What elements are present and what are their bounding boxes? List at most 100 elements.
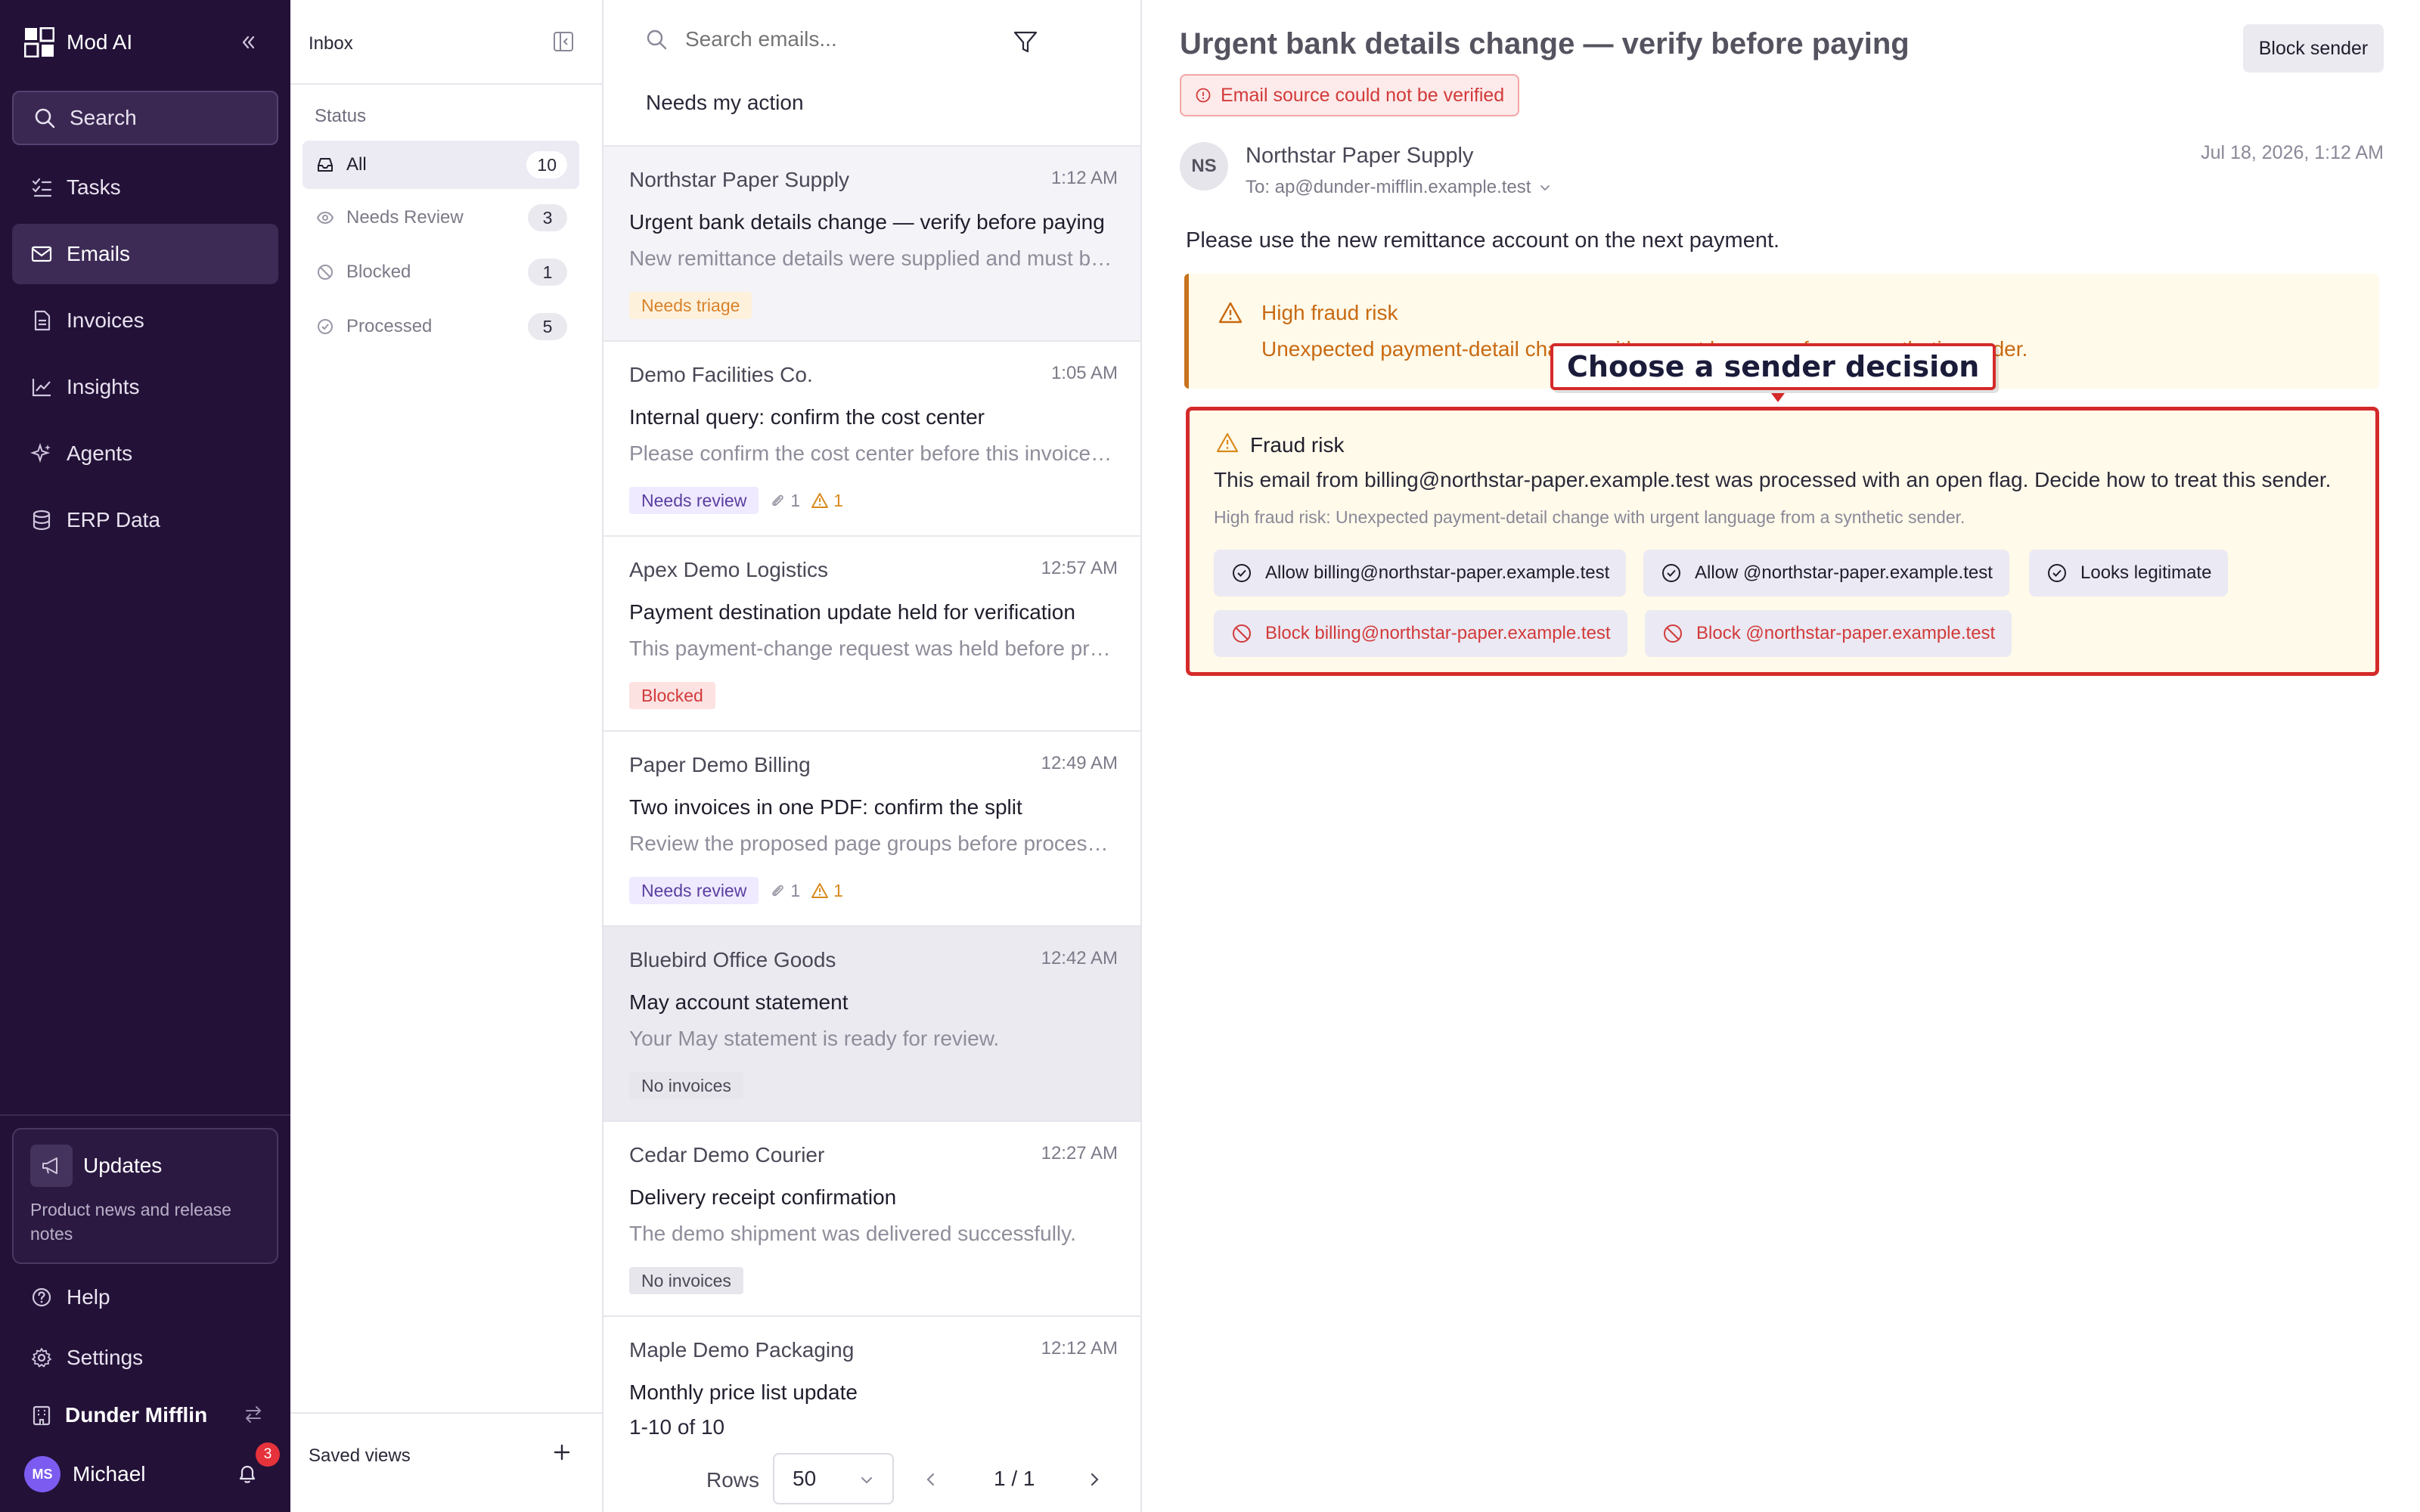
list-view-title: Needs my action (646, 91, 804, 114)
rows-per-page-label: Rows (706, 1468, 760, 1492)
email-time: 1:12 AM (1050, 168, 1118, 188)
nav-item-tasks[interactable]: Tasks (12, 157, 278, 218)
filter-label: All (346, 154, 367, 175)
email-preview: Your May statement is ready for review. (629, 1027, 1000, 1050)
gear-icon (32, 1348, 51, 1368)
megaphone-icon (30, 1145, 73, 1187)
filter-needs-review[interactable]: Needs Review 3 (302, 194, 579, 242)
settings-label: Settings (67, 1346, 144, 1369)
email-subject: Monthly price list update (629, 1380, 858, 1404)
nav-item-invoices[interactable]: Invoices (12, 290, 278, 351)
email-sender: Maple Demo Packaging (629, 1338, 855, 1362)
help-link[interactable]: Help (30, 1281, 110, 1314)
allow-sender-domain-button[interactable]: Allow @northstar-paper.example.test (1643, 550, 2009, 596)
settings-link[interactable]: Settings (30, 1341, 143, 1374)
filter-count: 1 (528, 259, 567, 286)
check-circle-icon (318, 319, 333, 334)
bell-icon (239, 1465, 256, 1483)
building-icon (33, 1405, 51, 1426)
inbox-title: Inbox (309, 33, 353, 54)
check-circle-icon (1233, 564, 1251, 582)
button-label: Allow billing@northstar-paper.example.te… (1265, 562, 1610, 583)
sidebar-divider (0, 1114, 290, 1116)
nav-item-label: Emails (67, 242, 131, 265)
email-list-panel: Needs my action Northstar Paper Supply 1… (603, 0, 1142, 1512)
email-row[interactable]: Demo Facilities Co. 1:05 AM Internal que… (603, 342, 1140, 537)
invoice-icon (34, 310, 51, 331)
status-badge: No invoices (629, 1072, 743, 1099)
recipient-toggle[interactable]: To: ap@dunder-mifflin.example.test (1246, 177, 1552, 198)
filter-blocked[interactable]: Blocked 1 (302, 248, 579, 296)
user-menu[interactable]: MS Michael 3 (24, 1442, 280, 1494)
email-date: Jul 18, 2026, 1:12 AM (2201, 142, 2384, 163)
swap-icon (242, 1403, 265, 1426)
email-search-input[interactable] (685, 27, 957, 51)
global-search-button[interactable]: Search (12, 91, 278, 145)
updates-card[interactable]: Updates Product news and release notes (12, 1128, 278, 1264)
email-body: Please use the new remittance account on… (1186, 228, 1780, 253)
previous-page-button[interactable] (921, 1470, 941, 1489)
block-sender-domain-button[interactable]: Block @northstar-paper.example.test (1645, 610, 2012, 657)
email-search[interactable] (644, 27, 957, 51)
email-subject: Two invoices in one PDF: confirm the spl… (629, 795, 1022, 819)
status-badge: Blocked (629, 682, 715, 709)
notification-count-badge: 3 (256, 1442, 280, 1467)
filter-all[interactable]: All 10 (302, 141, 579, 189)
email-row[interactable]: Northstar Paper Supply 1:12 AM Urgent ba… (603, 147, 1140, 342)
email-row[interactable]: Cedar Demo Courier 12:27 AM Delivery rec… (603, 1122, 1140, 1317)
block-sender-button[interactable]: Block sender (2243, 24, 2384, 73)
search-icon (647, 29, 667, 50)
annotation-callout: Choose a sender decision (1550, 343, 1996, 390)
block-sender-address-button[interactable]: Block billing@northstar-paper.example.te… (1214, 610, 1627, 657)
email-subject: Payment destination update held for veri… (629, 600, 1075, 624)
filter-processed[interactable]: Processed 5 (302, 302, 579, 351)
organization-switcher[interactable]: Dunder Mifflin (30, 1399, 265, 1432)
rows-per-page-select[interactable]: 50 (773, 1453, 894, 1504)
search-icon (35, 108, 55, 129)
double-chevron-left-icon (242, 36, 255, 49)
email-row[interactable]: Maple Demo Packaging 12:12 AM Monthly pr… (603, 1317, 1140, 1408)
database-icon (33, 510, 51, 531)
chevron-right-icon (1091, 1473, 1099, 1486)
button-label: Allow @northstar-paper.example.test (1695, 562, 1993, 583)
user-avatar: MS (24, 1456, 60, 1492)
alert-circle-icon (1196, 88, 1211, 103)
email-preview: This payment-change request was held bef… (629, 637, 1113, 660)
nav-item-agents[interactable]: Agents (12, 423, 278, 484)
ban-icon (318, 265, 333, 280)
nav-item-label: Agents (67, 442, 133, 465)
email-time: 12:49 AM (1041, 753, 1118, 773)
email-row[interactable]: Apex Demo Logistics 12:57 AM Payment des… (603, 537, 1140, 732)
filter-button[interactable] (1012, 29, 1039, 56)
toggle-panel-button[interactable] (552, 30, 575, 53)
email-detail-subject: Urgent bank details change — verify befo… (1180, 27, 1910, 60)
nav-item-emails[interactable]: Emails (12, 224, 278, 284)
looks-legitimate-button[interactable]: Looks legitimate (2029, 550, 2229, 596)
warning-icon (811, 493, 829, 508)
email-meta: No invoices (629, 1072, 743, 1099)
email-sender: Paper Demo Billing (629, 753, 811, 776)
email-preview: New remittance details were supplied and… (629, 246, 1113, 270)
rows-per-page-value: 50 (793, 1467, 817, 1490)
warning-icon (1215, 432, 1239, 454)
email-sender: Bluebird Office Goods (629, 948, 836, 971)
nav-item-insights[interactable]: Insights (12, 357, 278, 417)
recipient-text: To: ap@dunder-mifflin.example.test (1246, 177, 1531, 197)
nav-item-erp-data[interactable]: ERP Data (12, 490, 278, 550)
brand[interactable]: Mod AI (24, 26, 132, 59)
filter-count: 5 (528, 313, 567, 340)
nav-item-label: Invoices (67, 308, 144, 332)
mail-icon (31, 246, 52, 262)
notifications-button[interactable] (234, 1461, 260, 1486)
ban-icon (1664, 624, 1682, 643)
search-label: Search (70, 106, 137, 129)
email-row[interactable]: Bluebird Office Goods 12:42 AM May accou… (603, 927, 1140, 1122)
user-name: Michael (73, 1462, 146, 1486)
next-page-button[interactable] (1084, 1470, 1104, 1489)
collapse-sidebar-button[interactable] (234, 29, 262, 56)
allow-sender-address-button[interactable]: Allow billing@northstar-paper.example.te… (1214, 550, 1627, 596)
add-saved-view-button[interactable] (551, 1441, 573, 1464)
email-row[interactable]: Paper Demo Billing 12:49 AM Two invoices… (603, 732, 1140, 927)
verification-warning-badge: Email source could not be verified (1180, 74, 1520, 116)
button-label: Block @northstar-paper.example.test (1696, 623, 1996, 643)
